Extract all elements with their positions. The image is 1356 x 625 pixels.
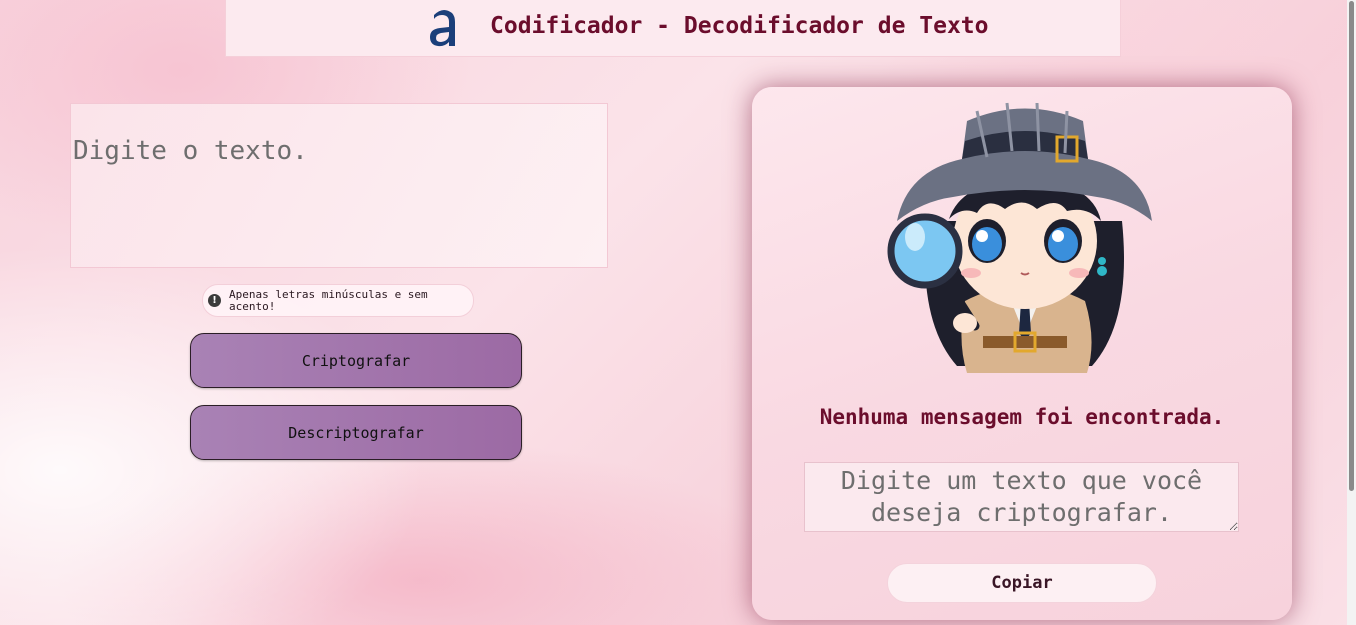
- scrollbar-thumb[interactable]: [1349, 1, 1354, 491]
- page-scrollbar[interactable]: [1347, 0, 1356, 625]
- decrypt-button[interactable]: Descriptografar: [190, 405, 522, 460]
- page-title: Codificador - Decodificador de Texto: [490, 13, 989, 39]
- notice-badge: ! Apenas letras minúsculas e sem acento!: [202, 284, 474, 317]
- copy-button[interactable]: Copiar: [887, 563, 1157, 603]
- exclamation-circle-icon: !: [208, 294, 221, 307]
- app-header: Codificador - Decodificador de Texto: [225, 0, 1121, 57]
- output-textarea[interactable]: [804, 462, 1239, 532]
- notice-text: Apenas letras minúsculas e sem acento!: [229, 288, 428, 313]
- detective-illustration: [887, 102, 1152, 373]
- alura-logo-icon: [430, 9, 455, 47]
- empty-message: Nenhuma mensagem foi encontrada.: [819, 405, 1225, 429]
- output-panel: Nenhuma mensagem foi encontrada. Copiar: [752, 87, 1292, 620]
- text-input[interactable]: [70, 103, 608, 268]
- encrypt-button[interactable]: Criptografar: [190, 333, 522, 388]
